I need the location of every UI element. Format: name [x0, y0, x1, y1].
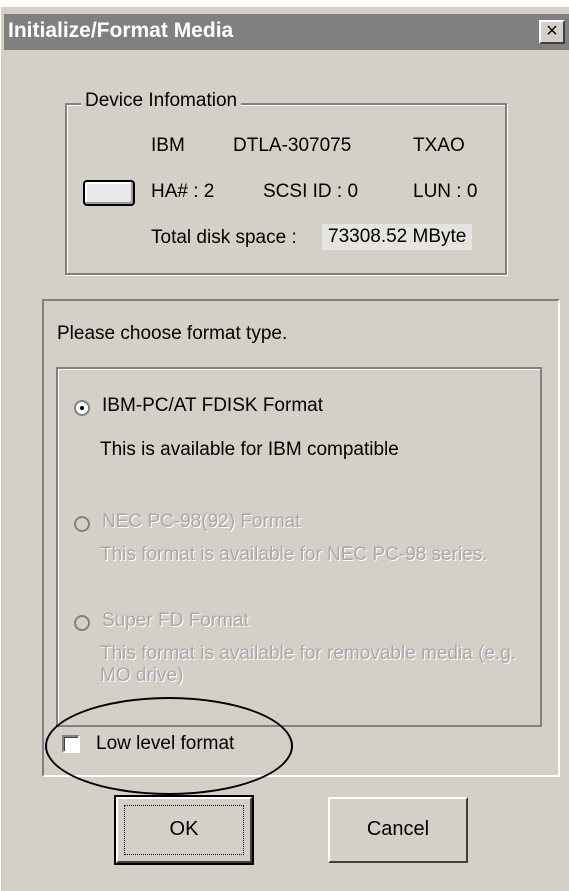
ok-button[interactable]: OK: [114, 795, 254, 865]
disk-drive-icon: [83, 180, 135, 206]
nec-pc98-radio[interactable]: [74, 516, 90, 532]
device-revision: TXAO: [413, 135, 465, 156]
ibm-fdisk-radio[interactable]: [74, 400, 90, 416]
close-button[interactable]: ×: [539, 20, 565, 44]
dialog-title: Initialize/Format Media: [8, 19, 234, 42]
ok-button-label: OK: [169, 818, 199, 840]
super-fd-radio[interactable]: [74, 615, 90, 631]
device-vendor: IBM: [151, 135, 185, 156]
super-fd-description: This format is available for removable m…: [100, 643, 517, 686]
ibm-fdisk-label[interactable]: IBM-PC/AT FDISK Format: [102, 395, 323, 417]
dialog-body: Device Infomation IBM DTLA-307075 TXAO H…: [10, 54, 566, 889]
low-level-format-checkbox[interactable]: [62, 735, 80, 753]
super-fd-label[interactable]: Super FD Format: [102, 610, 249, 632]
title-bar[interactable]: Initialize/Format Media ×: [4, 14, 569, 50]
low-level-format-label[interactable]: Low level format: [96, 733, 234, 755]
device-info-legend: Device Infomation: [81, 90, 242, 112]
total-space-value: 73308.52 MByte: [322, 224, 473, 250]
cancel-button-label: Cancel: [366, 818, 430, 840]
device-scsi-id: SCSI ID : 0: [263, 181, 359, 202]
device-model: DTLA-307075: [233, 135, 352, 156]
device-ha-number: HA# : 2: [151, 181, 215, 202]
nec-pc98-label[interactable]: NEC PC-98(92) Format: [102, 511, 301, 533]
cancel-button[interactable]: Cancel: [328, 797, 468, 863]
close-icon: ×: [546, 20, 558, 42]
total-space-label: Total disk space :: [151, 227, 297, 248]
device-lun: LUN : 0: [413, 181, 478, 202]
nec-pc98-description: This format is available for NEC PC-98 s…: [100, 544, 488, 565]
device-info-group: Device Infomation IBM DTLA-307075 TXAO H…: [65, 90, 507, 275]
ibm-fdisk-description: This is available for IBM compatible: [100, 439, 399, 460]
format-prompt: Please choose format type.: [57, 323, 288, 344]
